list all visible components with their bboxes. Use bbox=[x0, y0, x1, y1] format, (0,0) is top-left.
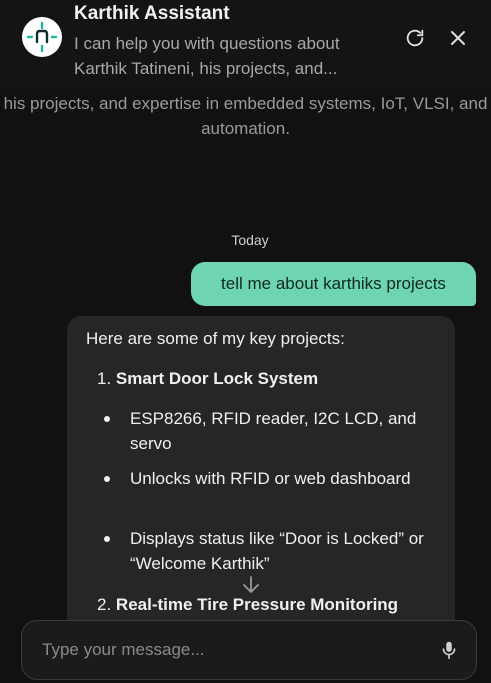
project-bullet: Unlocks with RFID or web dashboard bbox=[104, 466, 446, 491]
assistant-message-intro: Here are some of my key projects: bbox=[86, 329, 345, 348]
netlify-n-icon bbox=[26, 21, 58, 53]
project-item: 2. Real-time Tire Pressure Monitoring bbox=[97, 595, 398, 615]
chat-header: Karthik Assistant I can help you with qu… bbox=[0, 0, 491, 88]
message-composer bbox=[21, 620, 477, 680]
project-bullet: ESP8266, RFID reader, I2C LCD, and servo bbox=[104, 406, 446, 456]
project-title: Real-time Tire Pressure Monitoring bbox=[115, 595, 399, 614]
bullet-dot-icon bbox=[104, 536, 110, 542]
project-item: 1. Smart Door Lock System bbox=[97, 369, 318, 389]
assistant-title: Karthik Assistant bbox=[74, 3, 230, 24]
project-title: Smart Door Lock System bbox=[115, 369, 319, 388]
refresh-icon bbox=[406, 29, 424, 47]
microphone-button[interactable] bbox=[438, 639, 460, 661]
close-icon bbox=[451, 31, 465, 45]
scroll-down-button[interactable] bbox=[240, 574, 262, 596]
project-number: 1. bbox=[97, 369, 112, 388]
microphone-icon bbox=[442, 641, 456, 660]
close-button[interactable] bbox=[444, 24, 472, 52]
arrow-down-icon bbox=[243, 576, 259, 593]
welcome-text: his projects, and expertise in embedded … bbox=[3, 94, 488, 138]
project-number: 2. bbox=[97, 595, 112, 614]
bullet-dot-icon bbox=[104, 416, 110, 422]
message-input[interactable] bbox=[42, 621, 422, 679]
assistant-subtitle: I can help you with questions about Kart… bbox=[74, 34, 340, 78]
bullet-dot-icon bbox=[104, 476, 110, 482]
refresh-button[interactable] bbox=[401, 24, 429, 52]
date-separator: Today bbox=[231, 232, 269, 248]
user-message: tell me about karthiks projects bbox=[191, 262, 476, 306]
project-bullet: Displays status like “Door is Locked” or… bbox=[104, 526, 446, 576]
assistant-avatar bbox=[22, 17, 62, 57]
